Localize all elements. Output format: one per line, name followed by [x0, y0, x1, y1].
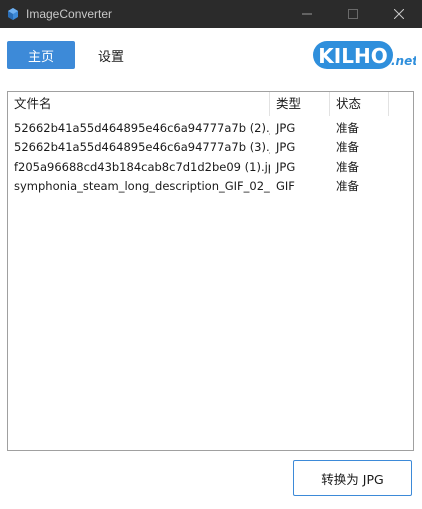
nav-settings-button[interactable]: 设置 [82, 41, 140, 69]
convert-to-jpg-button[interactable]: 转换为 JPG [293, 460, 412, 496]
file-name: f205a96688cd43b184cab8c7d1d2be09 (1).jpg [14, 159, 270, 174]
app-icon [6, 7, 20, 21]
list-header: 文件名 类型 状态 [8, 92, 413, 116]
column-header-type[interactable]: 类型 [270, 92, 330, 116]
list-item[interactable]: 52662b41a55d464895e46c6a94777a7b (2).jpg… [8, 118, 413, 138]
file-list-view[interactable]: 文件名 类型 状态 52662b41a55d464895e46c6a94777a… [7, 91, 414, 451]
list-item[interactable]: symphonia_steam_long_description_GIF_02_… [8, 177, 413, 197]
file-status: 准备 [336, 120, 359, 135]
maximize-icon [348, 9, 358, 19]
list-rows: 52662b41a55d464895e46c6a94777a7b (2).jpg… [8, 118, 413, 196]
file-status: 准备 [336, 159, 359, 174]
file-name: 52662b41a55d464895e46c6a94777a7b (3).jpg [14, 140, 270, 155]
maximize-button[interactable] [330, 0, 376, 28]
list-item[interactable]: f205a96688cd43b184cab8c7d1d2be09 (1).jpg… [8, 157, 413, 177]
nav-home-button[interactable]: 主页 [7, 41, 75, 69]
file-type: JPG [276, 120, 296, 135]
window-controls [284, 0, 422, 28]
kilho-logo: KILHO .net [312, 37, 419, 73]
list-item[interactable]: 52662b41a55d464895e46c6a94777a7b (3).jpg… [8, 138, 413, 158]
file-type: JPG [276, 159, 296, 174]
column-header-status[interactable]: 状态 [330, 92, 389, 116]
minimize-button[interactable] [284, 0, 330, 28]
file-type: JPG [276, 140, 296, 155]
column-header-filename[interactable]: 文件名 [8, 92, 270, 116]
file-name: 52662b41a55d464895e46c6a94777a7b (2).jpg [14, 120, 270, 135]
title-bar: ImageConverter [0, 0, 422, 28]
logo-suffix: .net [391, 54, 416, 68]
minimize-icon [302, 13, 312, 15]
file-status: 准备 [336, 140, 359, 155]
file-status: 准备 [336, 179, 359, 194]
file-type: GIF [276, 179, 295, 194]
file-name: symphonia_steam_long_description_GIF_02_… [14, 179, 270, 194]
window-title: ImageConverter [26, 7, 113, 21]
logo-text: KILHO [318, 44, 387, 68]
close-button[interactable] [376, 0, 422, 28]
close-icon [394, 9, 404, 19]
